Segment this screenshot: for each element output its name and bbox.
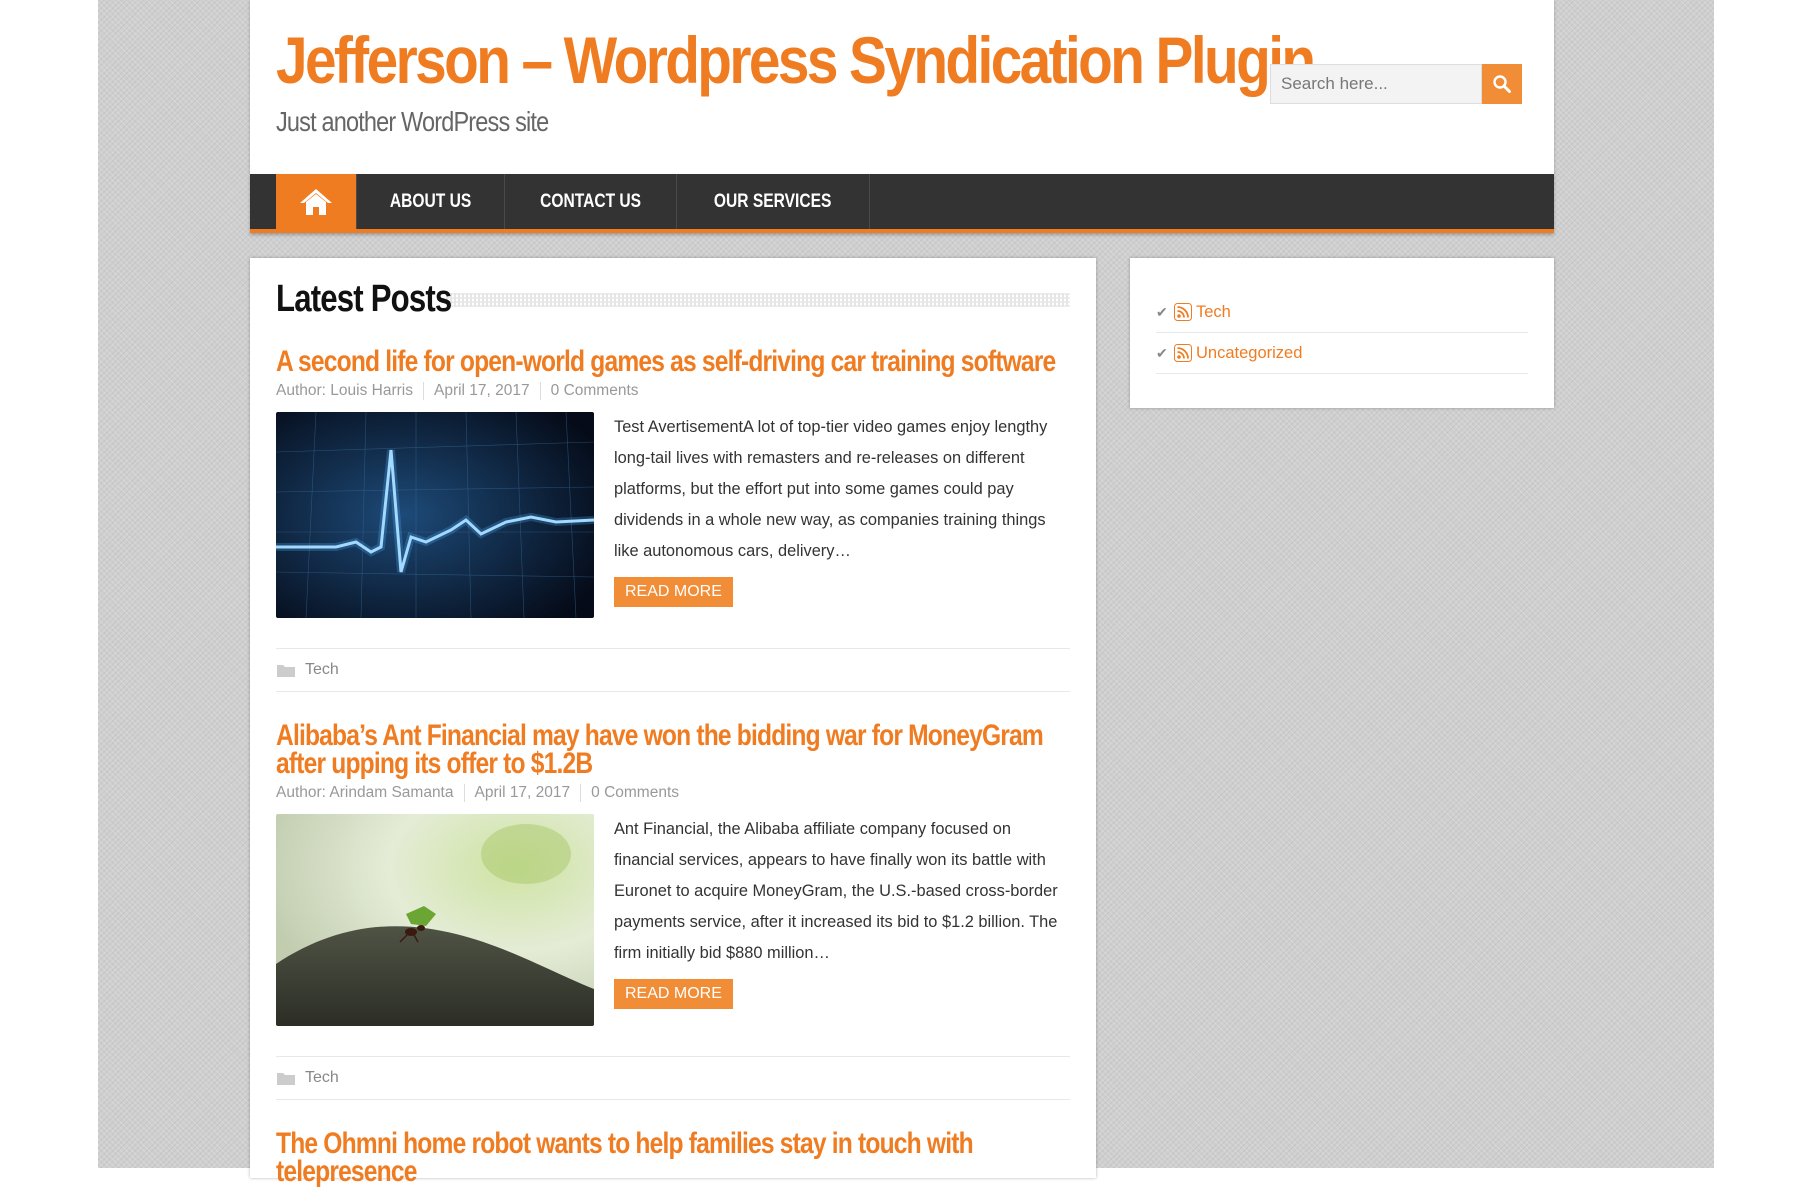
post-thumbnail[interactable] [276,412,594,618]
rss-icon [1174,344,1192,362]
post-body: Ant Financial, the Alibaba affiliate com… [276,814,1070,1026]
post-category-row: Tech [276,648,1070,692]
site-header: Jefferson – Wordpress Syndication Plugin… [250,0,1554,174]
post-item: The Ohmni home robot wants to help famil… [276,1129,1070,1187]
post-meta: Author: Louis Harris April 17, 2017 0 Co… [276,382,1070,400]
sidebar-item-label: Tech [1196,302,1231,321]
sidebar-item-label: Uncategorized [1196,343,1303,362]
search-input[interactable] [1270,64,1482,104]
section-title: Latest Posts [276,278,452,320]
post-category-row: Tech [276,1056,1070,1100]
post-meta: Author: Arindam Samanta April 17, 2017 0… [276,784,1070,802]
sidebar-item-tech[interactable]: ✔ Tech [1156,292,1528,333]
nav-item-contact-us[interactable]: CONTACT US [505,174,678,229]
post-author[interactable]: Author: Louis Harris [276,382,423,400]
nav-item-label: OUR SERVICES [714,190,832,212]
post-date[interactable]: April 17, 2017 [463,784,581,802]
folder-icon [277,665,295,677]
post-category-link[interactable]: Tech [305,1069,339,1087]
site-tagline: Just another WordPress site [276,106,549,137]
post-excerpt: Ant Financial, the Alibaba affiliate com… [614,820,1058,962]
post-title-link[interactable]: The Ohmni home robot wants to help famil… [276,1129,1070,1187]
folder-icon [277,1073,295,1085]
post-excerpt: Test AvertisementA lot of top-tier video… [614,418,1048,560]
home-icon [300,188,332,215]
nav-item-label: CONTACT US [540,190,642,212]
nav-item-about-us[interactable]: ABOUT US [356,174,506,229]
read-more-button[interactable]: READ MORE [614,577,733,607]
nav-item-our-services[interactable]: OUR SERVICES [677,174,870,229]
post-comments[interactable]: 0 Comments [539,382,649,400]
section-divider [446,292,1070,307]
post-thumbnail[interactable] [276,814,594,1026]
post-excerpt-block: Ant Financial, the Alibaba affiliate com… [614,814,1070,1026]
search-icon [1493,75,1511,93]
chevron-down-icon: ✔ [1156,344,1168,361]
post-excerpt-block: Test AvertisementA lot of top-tier video… [614,412,1070,618]
heartbeat-monitor-image [276,412,594,618]
nav-home-button[interactable] [276,174,356,229]
main-navigation: ABOUT US CONTACT US OUR SERVICES [250,174,1554,233]
post-title-link[interactable]: Alibaba’s Ant Financial may have won the… [276,721,1070,779]
rss-icon [1174,303,1192,321]
leafcutter-ant-image [276,814,594,1026]
post-comments[interactable]: 0 Comments [580,784,689,802]
post-item: A second life for open-world games as se… [276,347,1070,692]
nav-item-label: ABOUT US [389,190,472,212]
post-title-link[interactable]: A second life for open-world games as se… [276,347,1070,377]
chevron-down-icon: ✔ [1156,303,1168,320]
post-author[interactable]: Author: Arindam Samanta [276,784,464,802]
post-item: Alibaba’s Ant Financial may have won the… [276,721,1070,1100]
post-date[interactable]: April 17, 2017 [422,382,540,400]
search-form [1270,64,1522,104]
category-list: ✔ Tech ✔ Uncategorized [1156,292,1528,374]
post-body: Test AvertisementA lot of top-tier video… [276,412,1070,618]
sidebar-item-uncategorized[interactable]: ✔ Uncategorized [1156,333,1528,374]
sidebar-widget: ✔ Tech ✔ Uncategorized [1130,258,1554,408]
section-header: Latest Posts [276,278,1070,321]
post-category-link[interactable]: Tech [305,661,339,679]
site-title[interactable]: Jefferson – Wordpress Syndication Plugin [276,22,1316,98]
main-content: Latest Posts A second life for open-worl… [250,258,1096,1187]
read-more-button[interactable]: READ MORE [614,979,733,1009]
search-button[interactable] [1482,64,1522,104]
